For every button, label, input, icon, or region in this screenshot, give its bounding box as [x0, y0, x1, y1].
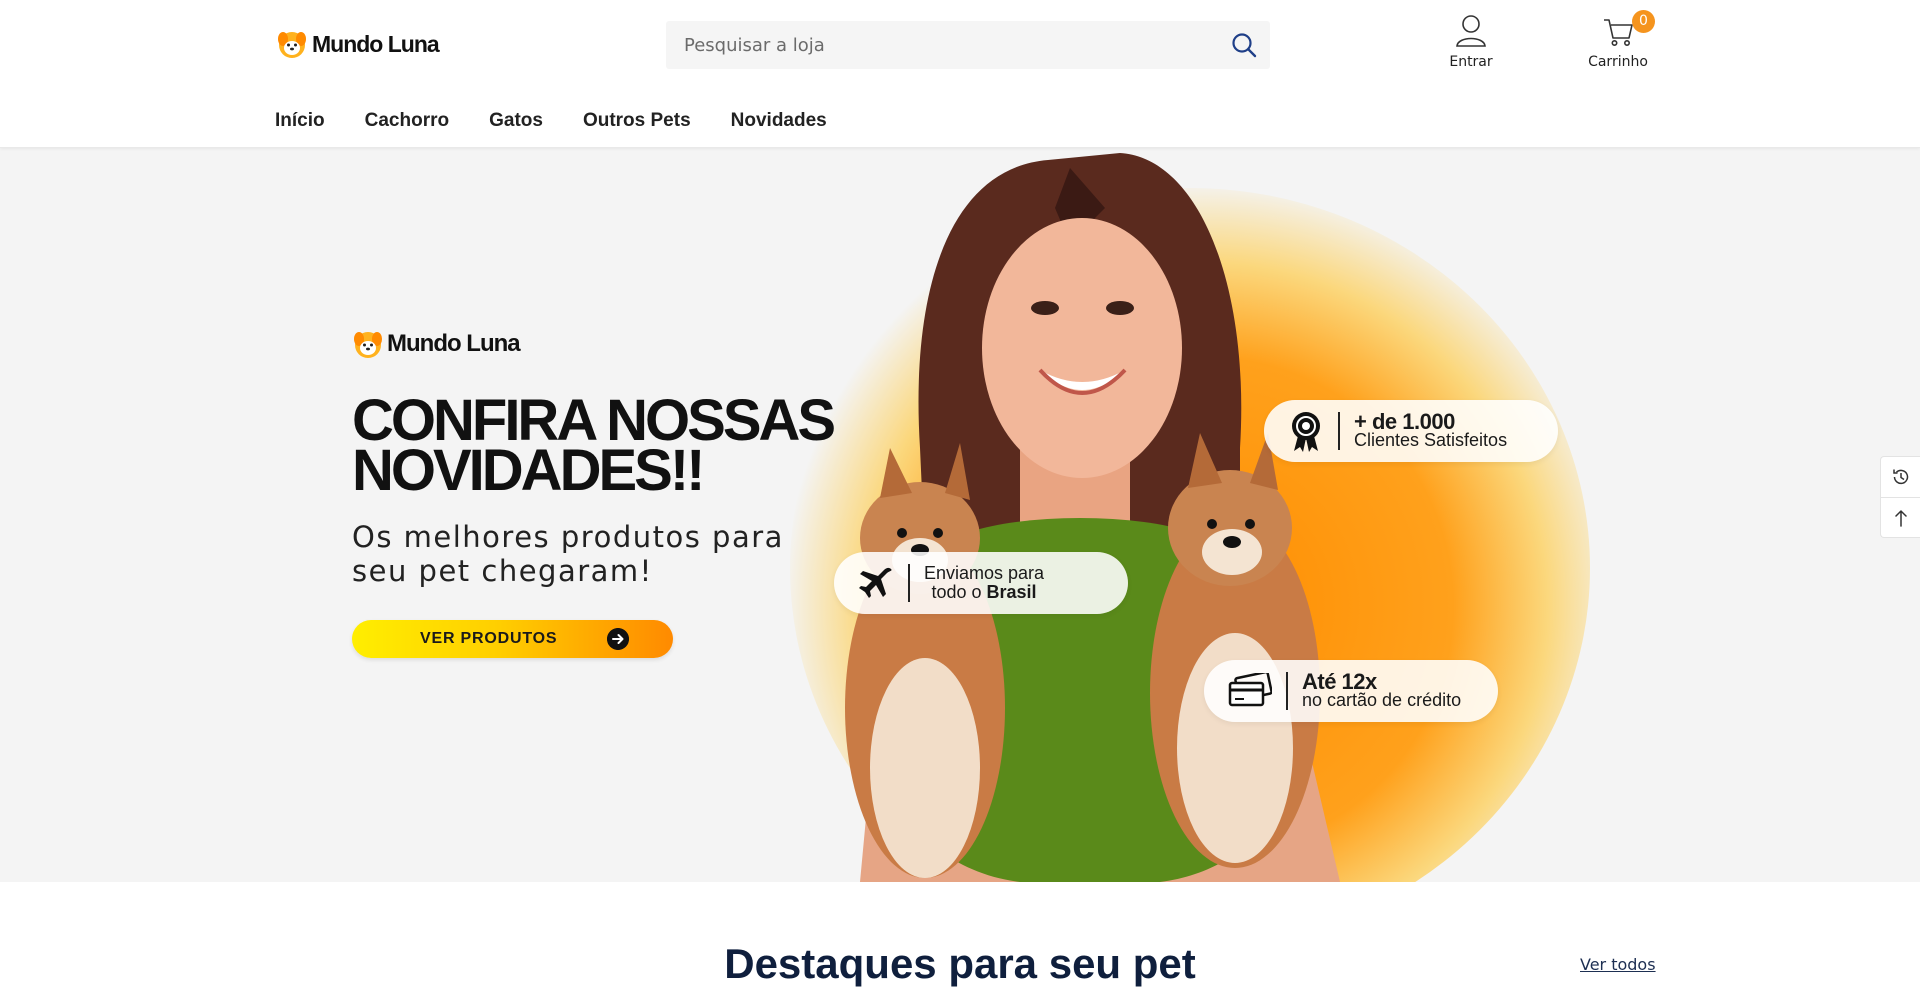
- hero-photo-woman-with-puppies: [845, 153, 1340, 882]
- badge-shipping-text: Enviamos para todo o Brasil: [924, 564, 1044, 602]
- hero-logo: Mundo Luna: [352, 328, 521, 360]
- badge-satisfied-clients: + de 1.000 Clientes Satisfeitos: [1264, 400, 1558, 462]
- history-icon: [1893, 469, 1909, 485]
- account-label: Entrar: [1449, 54, 1493, 70]
- recently-viewed-button[interactable]: [1881, 457, 1920, 497]
- badge-shipping-line2-a: todo o: [931, 582, 987, 602]
- nav-item-inicio[interactable]: Início: [275, 110, 325, 132]
- site-logo[interactable]: Mundo Luna: [276, 28, 440, 60]
- search-button[interactable]: [1218, 21, 1270, 69]
- badge-separator: [1338, 412, 1340, 450]
- nav-item-novidades[interactable]: Novidades: [731, 110, 827, 132]
- logo-text: Mundo Luna: [312, 30, 440, 57]
- logo-dog-icon: [278, 32, 306, 58]
- hero-title-line2: NOVIDADES!!: [352, 438, 705, 503]
- badge-separator: [908, 564, 910, 602]
- arrow-up-icon: [1895, 509, 1907, 527]
- badge-shipping-line1: Enviamos para: [924, 563, 1045, 583]
- ver-produtos-button[interactable]: VER PRODUTOS: [352, 620, 673, 658]
- hero-subtitle-line1: Os melhores produtos para: [352, 520, 784, 554]
- view-all-link[interactable]: Ver todos: [1580, 955, 1656, 974]
- arrow-right-icon: [607, 628, 629, 650]
- back-to-top-button[interactable]: [1881, 497, 1920, 537]
- cart-link[interactable]: 0 Carrinho: [1578, 10, 1658, 70]
- airplane-icon: [859, 567, 892, 598]
- user-icon: [1456, 15, 1486, 47]
- badge-clients-text: + de 1.000 Clientes Satisfeitos: [1354, 409, 1508, 450]
- badge-installments-label: no cartão de crédito: [1302, 690, 1462, 710]
- ver-produtos-label: VER PRODUTOS: [420, 630, 558, 647]
- floating-side-buttons: [1880, 456, 1920, 538]
- badge-installments-text: Até 12x no cartão de crédito: [1302, 669, 1462, 710]
- nav-item-outros-pets[interactable]: Outros Pets: [583, 110, 691, 132]
- search-bar: [666, 21, 1270, 69]
- logo-dog-icon: [354, 332, 382, 358]
- main-nav: Início Cachorro Gatos Outros Pets Novida…: [275, 110, 827, 132]
- badge-installments: Até 12x no cartão de crédito: [1204, 660, 1498, 722]
- search-icon: [1232, 33, 1257, 58]
- account-link[interactable]: Entrar: [1431, 14, 1511, 70]
- badge-shipping-line2: todo o Brasil: [924, 583, 1044, 602]
- cart-icon: [1604, 19, 1633, 46]
- credit-card-icon: [1228, 673, 1272, 707]
- nav-item-cachorro[interactable]: Cachorro: [365, 110, 449, 132]
- badge-shipping: Enviamos para todo o Brasil: [834, 552, 1128, 614]
- badge-installments-count: Até 12x: [1302, 669, 1377, 694]
- site-header: Mundo Luna Entrar 0 Carrinho Início Cach…: [0, 0, 1920, 148]
- hero-banner[interactable]: Mundo Luna CONFIRA NOSSAS NOVIDADES!! Os…: [0, 148, 1920, 882]
- search-input[interactable]: [666, 21, 1218, 69]
- hero-logo-text: Mundo Luna: [387, 330, 521, 357]
- badge-separator: [1286, 672, 1288, 710]
- hero-title: CONFIRA NOSSAS NOVIDADES!!: [352, 392, 872, 500]
- nav-item-gatos[interactable]: Gatos: [489, 110, 543, 132]
- award-ribbon-icon: [1292, 412, 1320, 452]
- cart-label: Carrinho: [1588, 54, 1648, 70]
- hero-subtitle: Os melhores produtos para seu pet chegar…: [352, 520, 832, 588]
- badge-clients-label: Clientes Satisfeitos: [1354, 430, 1508, 450]
- badge-shipping-brasil: Brasil: [986, 582, 1037, 602]
- badge-clients-count: + de 1.000: [1354, 409, 1455, 434]
- cart-count-badge: 0: [1632, 10, 1655, 33]
- hero-subtitle-line2: seu pet chegaram!: [352, 554, 653, 588]
